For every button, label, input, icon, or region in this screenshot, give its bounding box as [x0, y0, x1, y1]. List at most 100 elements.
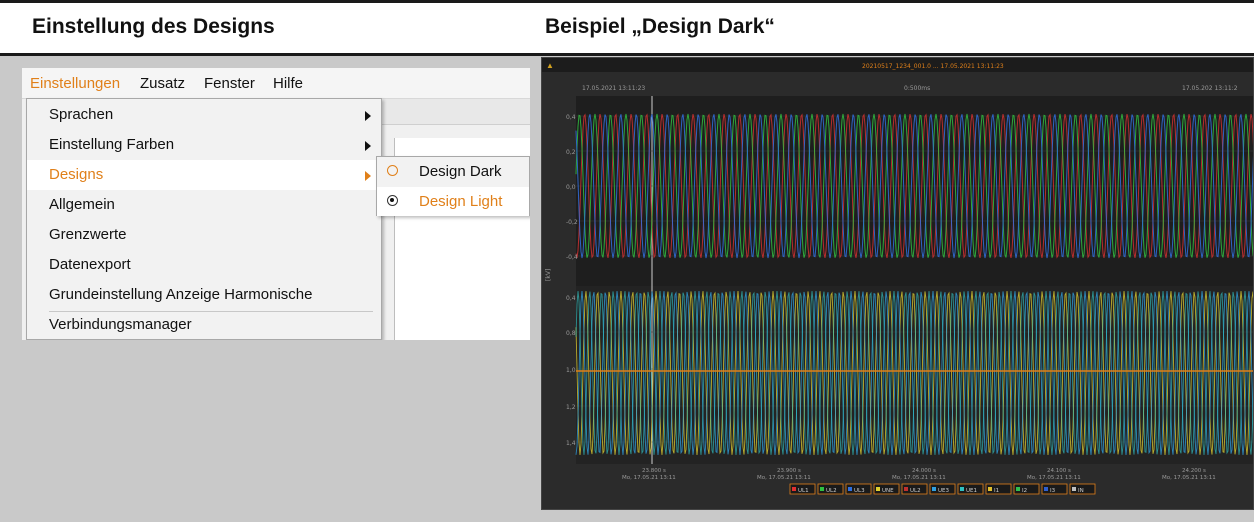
designs-submenu: Design Dark Design Light	[376, 156, 530, 216]
legend-swatch	[988, 487, 992, 491]
legend-item[interactable]: I2	[1013, 483, 1040, 495]
submenu-item-design-dark[interactable]: Design Dark	[377, 157, 529, 186]
warning-icon: ▲	[546, 61, 554, 70]
menu-bar: Einstellungen Zusatz Fenster Hilfe	[22, 68, 530, 99]
legend-item[interactable]: IN	[1069, 483, 1096, 495]
legend-swatch	[1016, 487, 1020, 491]
menu-item-einstellung-farben[interactable]: Einstellung Farben	[27, 130, 381, 160]
time-right: 17.05.202 13:11:2	[1182, 85, 1238, 92]
legend-swatch	[960, 487, 964, 491]
legend-label: IN	[1078, 488, 1084, 494]
submenu-item-design-light[interactable]: Design Light	[377, 187, 529, 216]
menu-item-verbindungsmanager[interactable]: Verbindungsmanager	[27, 310, 381, 340]
legend-item[interactable]: I1	[985, 483, 1012, 495]
x-tick-date: Mo, 17.05.21 13:11	[1162, 475, 1216, 481]
upper-y-tick: -0,4	[566, 254, 578, 261]
x-tick-date: Mo, 17.05.21 13:11	[892, 475, 946, 481]
menu-item-label: Grenzwerte	[49, 226, 127, 243]
menu-item-label: Verbindungsmanager	[49, 316, 192, 333]
x-tick-date: Mo, 17.05.21 13:11	[757, 475, 811, 481]
legend-item[interactable]: UL2	[817, 483, 844, 495]
menu-fenster[interactable]: Fenster	[204, 75, 255, 92]
menu-einstellungen[interactable]: Einstellungen	[30, 75, 120, 92]
legend-item[interactable]: UL2	[901, 483, 928, 495]
settings-menu-screenshot: Einstellungen Zusatz Fenster Hilfe Sprac…	[22, 68, 530, 340]
legend-swatch	[1072, 487, 1076, 491]
menu-item-label: Grundeinstellung Anzeige Harmonische	[49, 286, 313, 303]
submenu-arrow-icon	[365, 141, 371, 151]
lower-y-tick: 0,8	[566, 330, 576, 337]
left-heading: Einstellung des Designs	[32, 15, 275, 38]
lower-y-tick: 0,4	[566, 295, 576, 302]
x-tick-time: 23.800 s	[642, 468, 666, 474]
lower-y-tick: 1,2	[566, 404, 576, 411]
submenu-arrow-icon	[365, 111, 371, 121]
legend-swatch	[792, 487, 796, 491]
radio-unchecked-icon	[387, 165, 398, 176]
legend: UL1 UL2 UL3 UNE UL2 UE3 UE1 I1 I2 I3 IN	[789, 483, 1096, 495]
legend-item[interactable]: UE1	[957, 483, 984, 495]
submenu-arrow-icon	[365, 171, 371, 181]
legend-label: I2	[1022, 488, 1027, 494]
x-tick-date: Mo, 17.05.21 13:11	[1027, 475, 1081, 481]
x-tick-time: 24.200 s	[1182, 468, 1206, 474]
x-tick-date: Mo, 17.05.21 13:11	[622, 475, 676, 481]
dark-design-example: ▲ 20210517_1234_001.0 ... 17.05.2021 13:…	[541, 57, 1254, 510]
menu-item-label: Datenexport	[49, 256, 131, 273]
legend-swatch	[904, 487, 908, 491]
legend-label: UNE	[882, 488, 894, 494]
menu-hilfe[interactable]: Hilfe	[273, 75, 303, 92]
x-axis-ticks: 23.800 sMo, 17.05.21 13:1123.900 sMo, 17…	[622, 468, 1216, 481]
time-left: 17.05.2021 13:11:23	[582, 85, 645, 92]
legend-item[interactable]: UL1	[789, 483, 816, 495]
menu-item-sprachen[interactable]: Sprachen	[27, 100, 381, 130]
menu-item-datenexport[interactable]: Datenexport	[27, 250, 381, 280]
upper-y-tick: 0,0	[566, 184, 576, 191]
menu-item-label: Designs	[49, 166, 104, 183]
settings-dropdown: Sprachen Einstellung Farben Designs Allg…	[26, 98, 382, 340]
y-axis-label: [kV]	[545, 269, 552, 281]
legend-swatch	[876, 487, 880, 491]
x-tick-time: 23.900 s	[777, 468, 801, 474]
submenu-item-label: Design Light	[419, 193, 503, 210]
radio-checked-icon	[387, 195, 398, 206]
menu-item-label: Allgemein	[49, 196, 115, 213]
legend-label: UE1	[966, 488, 977, 494]
menu-item-grenzwerte[interactable]: Grenzwerte	[27, 220, 381, 250]
legend-item[interactable]: UNE	[873, 483, 900, 495]
legend-label: I1	[994, 488, 999, 494]
time-center: 0:500ms	[904, 85, 930, 92]
legend-label: UL1	[798, 488, 809, 494]
menu-item-allgemein[interactable]: Allgemein	[27, 190, 381, 220]
legend-swatch	[1044, 487, 1048, 491]
legend-label: UE3	[938, 488, 950, 494]
lower-y-tick: 1,4	[566, 440, 576, 447]
legend-label: UL2	[910, 488, 921, 494]
menu-item-grundeinstellung-harmonische[interactable]: Grundeinstellung Anzeige Harmonische	[27, 280, 381, 310]
upper-y-tick: 0,4	[566, 114, 576, 121]
menu-item-label: Sprachen	[49, 106, 114, 123]
lower-y-tick: 1,0	[566, 367, 576, 374]
menu-item-label: Einstellung Farben	[49, 136, 175, 153]
x-tick-time: 24.100 s	[1047, 468, 1071, 474]
legend-label: UL2	[826, 488, 837, 494]
x-tick-time: 24.000 s	[912, 468, 936, 474]
legend-label: I3	[1050, 488, 1056, 494]
app-toolbar	[382, 98, 530, 125]
legend-item[interactable]: UL3	[845, 483, 872, 495]
legend-swatch	[820, 487, 824, 491]
legend-item[interactable]: UE3	[929, 483, 956, 495]
dark-title: 20210517_1234_001.0 ... 17.05.2021 13:11…	[862, 63, 1004, 70]
legend-label: UL3	[854, 488, 865, 494]
waveform-view: ▲ 20210517_1234_001.0 ... 17.05.2021 13:…	[542, 58, 1253, 495]
menu-zusatz[interactable]: Zusatz	[140, 75, 185, 92]
right-heading: Beispiel „Design Dark“	[545, 15, 775, 38]
legend-swatch	[848, 487, 852, 491]
submenu-item-label: Design Dark	[419, 163, 502, 180]
upper-y-tick: 0,2	[566, 149, 576, 156]
header-bar: Einstellung des Designs Beispiel „Design…	[0, 0, 1254, 56]
legend-item[interactable]: I3	[1041, 483, 1068, 495]
upper-y-tick: -0,2	[566, 219, 578, 226]
lower-y-ticks: 0,4 0,8 1,0 1,2 1,4	[566, 295, 576, 447]
menu-item-designs[interactable]: Designs	[27, 160, 381, 190]
